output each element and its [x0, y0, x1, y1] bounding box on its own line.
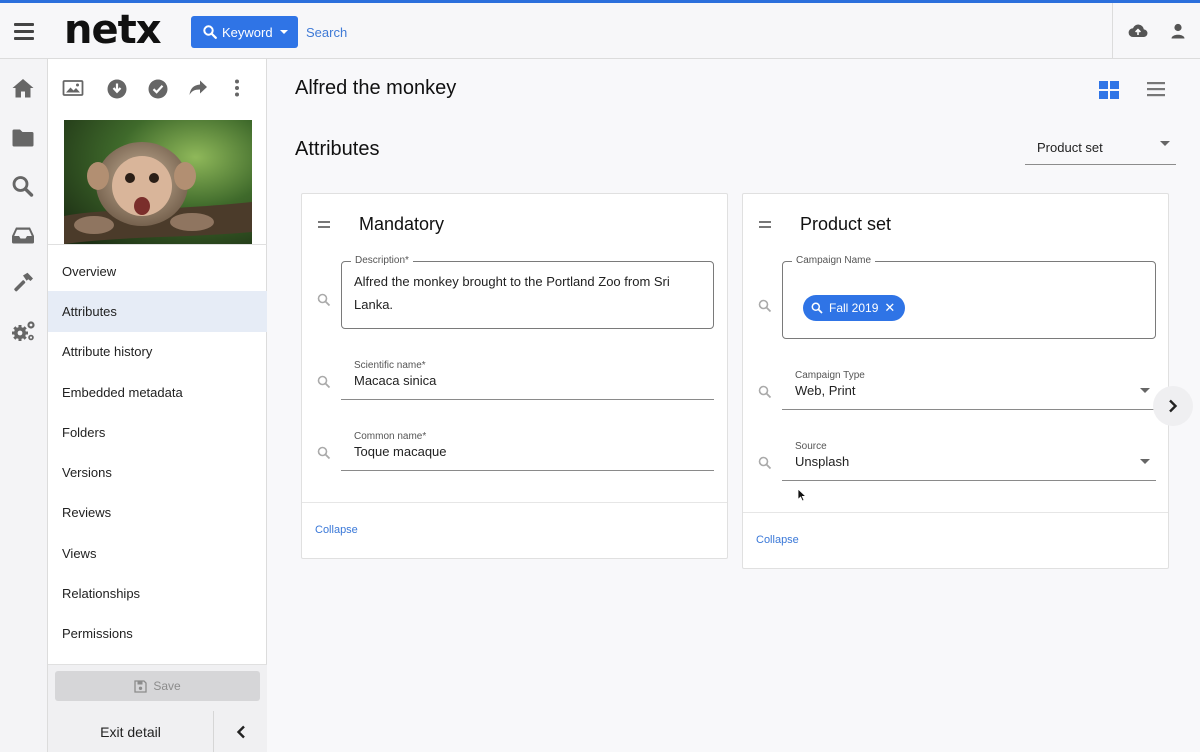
campaign-chip-label: Fall 2019 — [829, 301, 879, 315]
hamburger-menu-icon[interactable] — [14, 23, 34, 40]
settings-icon[interactable] — [11, 319, 37, 343]
asset-thumbnail[interactable] — [64, 120, 252, 244]
exit-detail-button[interactable]: Exit detail — [48, 711, 213, 752]
field-search-icon[interactable] — [317, 293, 331, 307]
field-search-icon[interactable] — [317, 375, 331, 389]
menu-item-embedded-metadata[interactable]: Embedded metadata — [48, 372, 267, 412]
menu-item-relationships[interactable]: Relationships — [48, 573, 267, 613]
menu-item-attributes[interactable]: Attributes — [48, 291, 267, 332]
field-search-icon[interactable] — [758, 385, 772, 399]
product-set-card: Product set Campaign Name Fall 2019 ✕ Ca… — [742, 193, 1169, 569]
search-mode-label: Keyword — [222, 24, 273, 40]
search-icon[interactable] — [11, 175, 35, 197]
home-icon[interactable] — [11, 77, 35, 99]
chevron-down-icon — [1160, 141, 1170, 146]
left-nav — [0, 59, 48, 752]
image-icon[interactable] — [62, 79, 84, 97]
more-icon[interactable] — [234, 79, 240, 97]
search-icon — [811, 302, 823, 314]
save-label: Save — [153, 679, 181, 693]
download-icon[interactable] — [107, 79, 127, 99]
menu-item-reviews[interactable]: Reviews — [48, 493, 267, 533]
common-name-value: Toque macaque — [354, 444, 447, 459]
asset-toolbar — [48, 59, 267, 119]
campaign-type-label: Campaign Type — [795, 370, 865, 381]
source-label: Source — [795, 441, 827, 452]
divider — [48, 244, 267, 245]
chevron-down-icon — [1140, 388, 1150, 393]
approve-icon[interactable] — [148, 79, 168, 99]
top-bar: netx Keyword — [0, 3, 1200, 59]
campaign-type-value: Web, Print — [795, 383, 856, 398]
description-field[interactable]: Description* Alfred the monkey brought t… — [341, 255, 714, 329]
inbox-icon[interactable] — [11, 225, 35, 245]
cloud-upload-icon[interactable] — [1128, 23, 1148, 39]
section-title: Attributes — [295, 138, 380, 160]
menu-item-permissions[interactable]: Permissions — [48, 614, 267, 654]
divider — [302, 502, 727, 503]
list-view-icon[interactable] — [1147, 81, 1165, 97]
common-name-label: Common name* — [354, 431, 427, 442]
attribute-set-value: Product set — [1037, 140, 1103, 155]
detail-menu: Overview Attributes Attribute history Em… — [48, 251, 267, 654]
source-select[interactable]: Source Unsplash — [782, 441, 1156, 481]
search-mode-dropdown[interactable]: Keyword — [191, 16, 298, 48]
campaign-type-select[interactable]: Campaign Type Web, Print — [782, 370, 1156, 410]
menu-item-versions[interactable]: Versions — [48, 452, 267, 492]
description-label: Description* — [351, 255, 413, 266]
asset-title: Alfred the monkey — [295, 77, 457, 99]
search-input[interactable] — [306, 19, 606, 45]
drag-handle-icon[interactable] — [759, 221, 771, 231]
campaign-chip[interactable]: Fall 2019 ✕ — [803, 295, 906, 321]
user-icon[interactable] — [1170, 23, 1186, 39]
mouse-cursor-icon — [797, 488, 807, 502]
scientific-name-value: Macaca sinica — [354, 373, 437, 388]
mandatory-card: Mandatory Description* Alfred the monkey… — [301, 193, 728, 559]
chevron-left-icon — [236, 725, 245, 739]
topbar-divider — [1112, 3, 1113, 59]
common-name-field[interactable]: Common name* Toque macaque — [341, 431, 714, 471]
divider — [743, 512, 1168, 513]
grid-view-icon[interactable] — [1099, 81, 1119, 99]
collapse-link[interactable]: Collapse — [756, 534, 799, 546]
chevron-right-icon — [1169, 399, 1178, 413]
field-search-icon[interactable] — [758, 299, 772, 313]
app-logo[interactable]: netx — [64, 7, 162, 53]
asset-detail-panel: Overview Attributes Attribute history Em… — [48, 59, 267, 752]
chevron-down-icon — [279, 30, 288, 34]
hammer-icon[interactable] — [11, 271, 35, 295]
menu-item-overview[interactable]: Overview — [48, 251, 267, 291]
description-value: Alfred the monkey brought to the Portlan… — [354, 274, 670, 312]
card-title: Product set — [800, 214, 892, 234]
field-search-icon[interactable] — [317, 446, 331, 460]
next-card-button[interactable] — [1153, 386, 1193, 426]
scientific-name-field[interactable]: Scientific name* Macaca sinica — [341, 360, 714, 400]
drag-handle-icon[interactable] — [318, 221, 330, 231]
collapse-panel-button[interactable] — [214, 711, 267, 752]
main-content: Alfred the monkey Attributes Product set… — [268, 59, 1200, 752]
menu-item-views[interactable]: Views — [48, 533, 267, 573]
campaign-name-field[interactable]: Campaign Name Fall 2019 ✕ — [782, 255, 1156, 339]
field-search-icon[interactable] — [758, 456, 772, 470]
attribute-set-select[interactable]: Product set — [1025, 131, 1176, 165]
folder-icon[interactable] — [11, 128, 35, 148]
remove-chip-icon[interactable]: ✕ — [884, 300, 895, 316]
collapse-link[interactable]: Collapse — [315, 524, 358, 536]
chevron-down-icon — [1140, 459, 1150, 464]
card-title: Mandatory — [359, 214, 445, 234]
search-icon — [203, 25, 217, 39]
campaign-name-label: Campaign Name — [792, 255, 876, 266]
menu-item-attribute-history[interactable]: Attribute history — [48, 332, 267, 372]
source-value: Unsplash — [795, 454, 850, 469]
scientific-name-label: Scientific name* — [354, 360, 426, 371]
save-button[interactable]: Save — [55, 671, 260, 701]
menu-item-folders[interactable]: Folders — [48, 412, 267, 452]
share-icon[interactable] — [188, 79, 208, 97]
detail-panel-footer: Save Exit detail — [48, 664, 267, 752]
save-icon — [134, 679, 147, 693]
